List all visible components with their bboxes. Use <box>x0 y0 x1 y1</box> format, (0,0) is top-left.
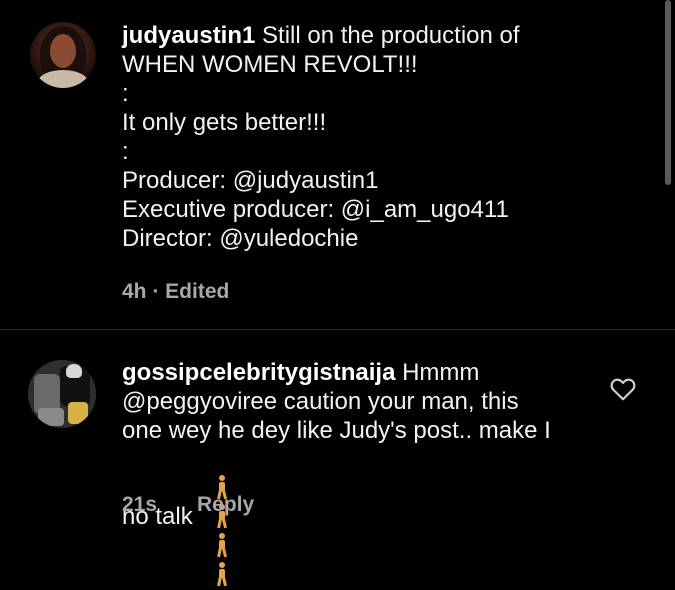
avatar-face-shape <box>50 34 76 68</box>
scrollbar[interactable] <box>665 0 671 185</box>
caption-meta: 4h · Edited <box>122 280 230 303</box>
caption-body: Still on the production of WHEN WOMEN RE… <box>122 22 520 252</box>
emoji-row <box>193 445 229 590</box>
heart-outline-icon[interactable] <box>610 377 636 401</box>
caption-block: judyaustin1 Still on the production of W… <box>0 0 675 330</box>
comment-text: gossipcelebritygistnaija Hmmm @peggyovir… <box>122 358 592 590</box>
caption-text: judyaustin1 Still on the production of W… <box>122 21 642 253</box>
avatar-figure-yellow <box>68 402 88 424</box>
reply-button[interactable]: Reply <box>197 493 254 517</box>
avatar-figure-bottom <box>38 408 64 426</box>
comment-time: 21s <box>122 493 158 516</box>
person-walking-emoji <box>215 562 229 587</box>
comment-avatar[interactable] <box>28 360 96 428</box>
person-walking-emoji <box>215 533 229 558</box>
avatar-figure-head <box>66 364 82 378</box>
divider <box>0 329 675 330</box>
caption-username[interactable]: judyaustin1 <box>122 22 255 49</box>
comment-username[interactable]: gossipcelebritygistnaija <box>122 359 395 386</box>
avatar-clothing-shape <box>38 70 88 88</box>
caption-avatar[interactable] <box>30 22 96 88</box>
